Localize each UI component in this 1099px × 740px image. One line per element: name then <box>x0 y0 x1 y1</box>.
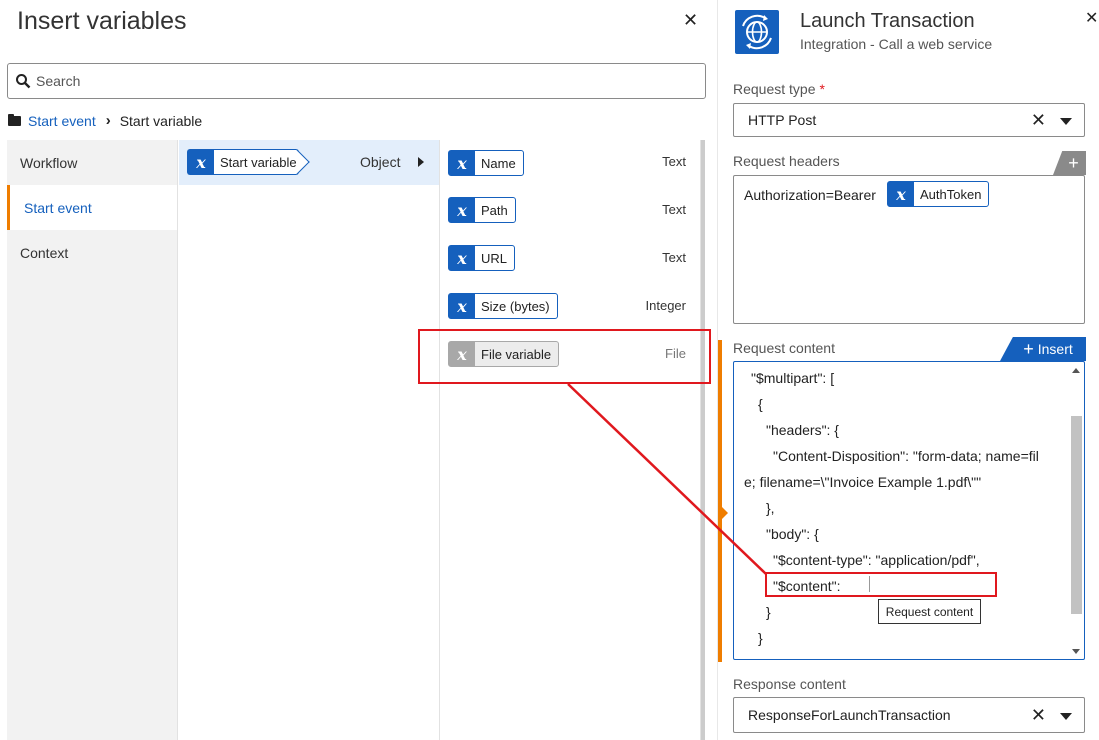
request-type-value: HTTP Post <box>748 112 817 128</box>
active-field-marker <box>718 340 722 662</box>
action-config-panel: Launch Transaction Integration - Call a … <box>717 0 1099 740</box>
variable-label: Size (bytes) <box>481 298 550 314</box>
plus-icon: + <box>1023 338 1034 359</box>
close-icon[interactable]: ✕ <box>683 11 698 29</box>
variable-chip[interactable]: x Start variable <box>187 149 299 175</box>
scroll-down-icon[interactable] <box>1072 649 1080 654</box>
variable-chip[interactable]: x Path <box>448 197 516 223</box>
header-text: Authorization=Bearer <box>744 187 876 203</box>
response-content-select[interactable]: ResponseForLaunchTransaction ✕ <box>733 697 1085 733</box>
variable-list: x Start variable Object <box>179 140 440 740</box>
variable-label: URL <box>481 250 508 266</box>
response-content-value: ResponseForLaunchTransaction <box>748 707 951 723</box>
variable-label: Name <box>481 155 516 171</box>
highlight-content-target <box>765 572 997 597</box>
category-context[interactable]: Context <box>7 230 177 275</box>
variable-chip[interactable]: x URL <box>448 245 516 271</box>
variable-row-name[interactable]: x Name Text <box>440 140 700 186</box>
chevron-right-icon: › <box>105 112 111 129</box>
breadcrumb: Start event › Start variable <box>8 112 202 129</box>
category-label: Start event <box>24 199 92 216</box>
add-header-button[interactable]: + <box>1053 151 1086 175</box>
close-icon[interactable]: ✕ <box>1085 11 1098 27</box>
code-line: }, <box>766 500 775 516</box>
scroll-thumb[interactable] <box>1071 416 1082 614</box>
variable-row-url[interactable]: x URL Text <box>440 234 700 282</box>
variable-chip[interactable]: x Size (bytes) <box>448 293 558 319</box>
variable-type: Object <box>360 154 401 170</box>
scrollbar[interactable] <box>701 140 705 740</box>
variable-chip[interactable]: x Name <box>448 150 524 176</box>
code-line: { <box>758 396 763 412</box>
panel-title: Insert variables <box>17 7 187 35</box>
variable-icon: x <box>188 150 214 174</box>
variable-type: Text <box>662 154 686 169</box>
code-line: } <box>758 630 763 646</box>
variable-icon: x <box>449 151 475 175</box>
child-variable-list: x Name Text x Path Text x URL Text x Siz… <box>440 140 701 740</box>
scroll-up-icon[interactable] <box>1072 368 1080 373</box>
highlight-file-variable <box>418 329 711 384</box>
variable-icon: x <box>449 246 475 270</box>
request-headers-label: Request headers <box>733 153 840 169</box>
category-list: Workflow Start event Context <box>7 140 178 740</box>
chevron-down-icon[interactable] <box>1060 713 1072 720</box>
variable-row-start-variable[interactable]: x Start variable Object <box>179 140 439 185</box>
search-icon <box>16 74 31 89</box>
code-line: "$content-type": "application/pdf", <box>773 552 980 568</box>
category-label: Context <box>20 244 69 261</box>
action-title: Launch Transaction <box>800 10 975 32</box>
category-start-event[interactable]: Start event <box>7 185 177 230</box>
search-box <box>7 63 706 99</box>
request-type-select[interactable]: HTTP Post ✕ <box>733 103 1085 137</box>
code-line: "headers": { <box>766 422 839 438</box>
variable-type: Text <box>662 250 686 265</box>
insert-button[interactable]: + Insert <box>1000 337 1086 361</box>
action-subtitle: Integration - Call a web service <box>800 36 993 52</box>
code-line: "Content-Disposition": "form-data; name=… <box>773 448 1039 464</box>
tooltip: Request content <box>878 599 981 624</box>
request-content-label: Request content <box>733 340 835 356</box>
breadcrumb-start-event[interactable]: Start event <box>28 113 96 129</box>
web-service-icon <box>735 10 779 54</box>
code-line: "body": { <box>766 526 819 542</box>
code-line: } <box>766 604 771 620</box>
content-scrollbar[interactable] <box>1070 365 1082 657</box>
category-label: Workflow <box>20 154 78 171</box>
folder-icon <box>8 113 21 126</box>
variable-row-size[interactable]: x Size (bytes) Integer <box>440 282 700 330</box>
active-field-notch <box>722 507 728 519</box>
clear-icon[interactable]: ✕ <box>1031 110 1046 131</box>
variable-icon: x <box>449 294 475 318</box>
chevron-down-icon[interactable] <box>1060 118 1072 125</box>
variable-label: Path <box>481 202 508 218</box>
response-content-label: Response content <box>733 676 846 692</box>
variable-label: Start variable <box>220 154 297 170</box>
variable-label: AuthToken <box>920 186 982 202</box>
variable-row-path[interactable]: x Path Text <box>440 186 700 234</box>
variable-icon: x <box>888 182 914 206</box>
variable-icon: x <box>449 198 475 222</box>
variable-type: Text <box>662 202 686 217</box>
code-line: "$multipart": [ <box>751 370 835 386</box>
insert-label: Insert <box>1037 341 1073 357</box>
category-workflow[interactable]: Workflow <box>7 140 177 185</box>
clear-icon[interactable]: ✕ <box>1031 705 1046 726</box>
search-input[interactable] <box>34 69 694 93</box>
request-type-label: Request type * <box>733 81 825 97</box>
variable-type: Integer <box>645 298 686 313</box>
code-line: e; filename=\"Invoice Example 1.pdf\"" <box>744 474 982 490</box>
breadcrumb-current: Start variable <box>119 112 203 129</box>
request-headers-editor[interactable]: Authorization=Bearer x AuthToken <box>733 175 1085 324</box>
expand-arrow-icon[interactable] <box>418 157 424 167</box>
auth-token-chip[interactable]: x AuthToken <box>887 181 990 207</box>
